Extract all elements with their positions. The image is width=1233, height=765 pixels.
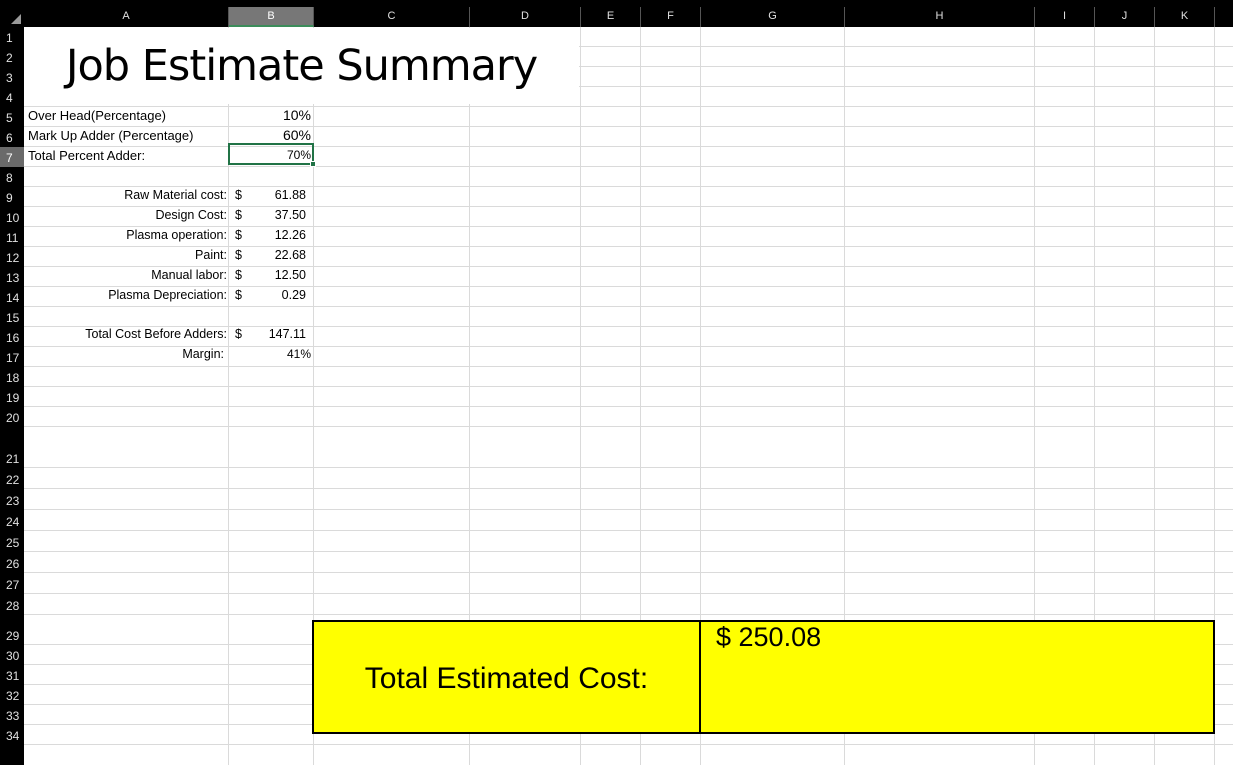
row-header-8[interactable]: 8 <box>0 167 24 187</box>
row-header-4[interactable]: 4 <box>0 87 24 107</box>
row-header-13[interactable]: 13 <box>0 267 24 287</box>
row-header-21[interactable]: 21 <box>0 427 24 468</box>
row-header-2[interactable]: 2 <box>0 47 24 67</box>
row-header-30[interactable]: 30 <box>0 645 24 665</box>
row-header-9[interactable]: 9 <box>0 187 24 207</box>
row-header-14[interactable]: 14 <box>0 287 24 307</box>
cost-label[interactable]: Raw Material cost: <box>24 185 227 205</box>
row-header-29[interactable]: 29 <box>0 615 24 645</box>
total-percent-value[interactable]: 70% <box>229 145 311 165</box>
row-gridline <box>24 572 1233 573</box>
row-gridline <box>24 551 1233 552</box>
row-header-12[interactable]: 12 <box>0 247 24 267</box>
cost-currency: $ <box>235 208 242 222</box>
row-header-25[interactable]: 25 <box>0 531 24 552</box>
total-percent-label[interactable]: Total Percent Adder: <box>28 145 145 165</box>
row-header-19[interactable]: 19 <box>0 387 24 407</box>
row-header-28[interactable]: 28 <box>0 594 24 615</box>
row-gridline <box>24 593 1233 594</box>
total-before-value[interactable]: 147.11 <box>250 324 306 344</box>
row-header-15[interactable]: 15 <box>0 307 24 327</box>
row-gridline <box>24 106 1233 107</box>
row-gridline <box>24 488 1233 489</box>
row-gridline <box>24 306 1233 307</box>
row-header-7[interactable]: 7 <box>0 147 24 167</box>
row-header-3[interactable]: 3 <box>0 67 24 87</box>
row-gridline <box>24 467 1233 468</box>
column-header-c[interactable]: C <box>314 7 470 27</box>
markup-value[interactable]: 60% <box>229 125 311 145</box>
total-estimated-value[interactable]: $ 250.08 <box>716 622 821 653</box>
column-header-g[interactable]: G <box>701 7 845 27</box>
row-header-11[interactable]: 11 <box>0 227 24 247</box>
row-header-23[interactable]: 23 <box>0 489 24 510</box>
total-box-divider <box>699 620 701 734</box>
column-header-k[interactable]: K <box>1155 7 1215 27</box>
column-header-e[interactable]: E <box>581 7 641 27</box>
row-gridline <box>24 744 1233 745</box>
column-header-a[interactable]: A <box>24 7 229 27</box>
column-header-i[interactable]: I <box>1035 7 1095 27</box>
total-before-currency: $ <box>235 327 242 341</box>
row-header-20[interactable]: 20 <box>0 407 24 427</box>
row-gridline <box>24 426 1233 427</box>
cost-label[interactable]: Manual labor: <box>24 265 227 285</box>
column-header-j[interactable]: J <box>1095 7 1155 27</box>
row-header-22[interactable]: 22 <box>0 468 24 489</box>
row-gridline <box>24 166 1233 167</box>
cost-value[interactable]: 12.50 <box>250 265 306 285</box>
cost-label[interactable]: Design Cost: <box>24 205 227 225</box>
cost-value[interactable]: 61.88 <box>250 185 306 205</box>
overhead-value[interactable]: 10% <box>229 105 311 125</box>
row-header-33[interactable]: 33 <box>0 705 24 725</box>
column-header-f[interactable]: F <box>641 7 701 27</box>
overhead-label[interactable]: Over Head(Percentage) <box>28 105 166 125</box>
cost-value[interactable]: 0.29 <box>250 285 306 305</box>
row-header-16[interactable]: 16 <box>0 327 24 347</box>
cost-currency: $ <box>235 188 242 202</box>
row-header-5[interactable]: 5 <box>0 107 24 127</box>
row-header-24[interactable]: 24 <box>0 510 24 531</box>
row-header-26[interactable]: 26 <box>0 552 24 573</box>
cost-value[interactable]: 22.68 <box>250 245 306 265</box>
row-gridline <box>24 530 1233 531</box>
row-gridline <box>24 146 1233 147</box>
row-header-34[interactable]: 34 <box>0 725 24 745</box>
cost-label[interactable]: Paint: <box>24 245 227 265</box>
page-title[interactable]: Job Estimate Summary <box>24 28 579 104</box>
margin-value[interactable]: 41% <box>229 344 311 364</box>
row-gridline <box>24 126 1233 127</box>
row-gridline <box>24 386 1233 387</box>
cost-value[interactable]: 37.50 <box>250 205 306 225</box>
row-header-31[interactable]: 31 <box>0 665 24 685</box>
row-gridline <box>24 614 1233 615</box>
total-estimated-label[interactable]: Total Estimated Cost: <box>314 622 699 732</box>
cost-currency: $ <box>235 228 242 242</box>
markup-label[interactable]: Mark Up Adder (Percentage) <box>28 125 193 145</box>
row-header-1[interactable]: 1 <box>0 27 24 47</box>
cost-value[interactable]: 12.26 <box>250 225 306 245</box>
column-header-h[interactable]: H <box>845 7 1035 27</box>
row-header-17[interactable]: 17 <box>0 347 24 367</box>
cost-currency: $ <box>235 248 242 262</box>
row-header-18[interactable]: 18 <box>0 367 24 387</box>
fill-handle[interactable] <box>310 161 316 167</box>
total-before-label[interactable]: Total Cost Before Adders: <box>24 324 227 344</box>
row-header-10[interactable]: 10 <box>0 207 24 227</box>
cost-label[interactable]: Plasma Depreciation: <box>24 285 227 305</box>
row-header-6[interactable]: 6 <box>0 127 24 147</box>
select-all-icon[interactable] <box>0 7 24 27</box>
row-header-27[interactable]: 27 <box>0 573 24 594</box>
column-header-d[interactable]: D <box>470 7 581 27</box>
row-header-32[interactable]: 32 <box>0 685 24 705</box>
column-header-bar: A B C D E F G H I J K <box>0 0 1233 27</box>
margin-label[interactable]: Margin: <box>24 344 224 364</box>
row-gridline <box>24 366 1233 367</box>
cost-currency: $ <box>235 268 242 282</box>
cost-currency: $ <box>235 288 242 302</box>
row-gridline <box>24 509 1233 510</box>
cost-label[interactable]: Plasma operation: <box>24 225 227 245</box>
column-header-b[interactable]: B <box>229 7 314 27</box>
row-gridline <box>24 406 1233 407</box>
